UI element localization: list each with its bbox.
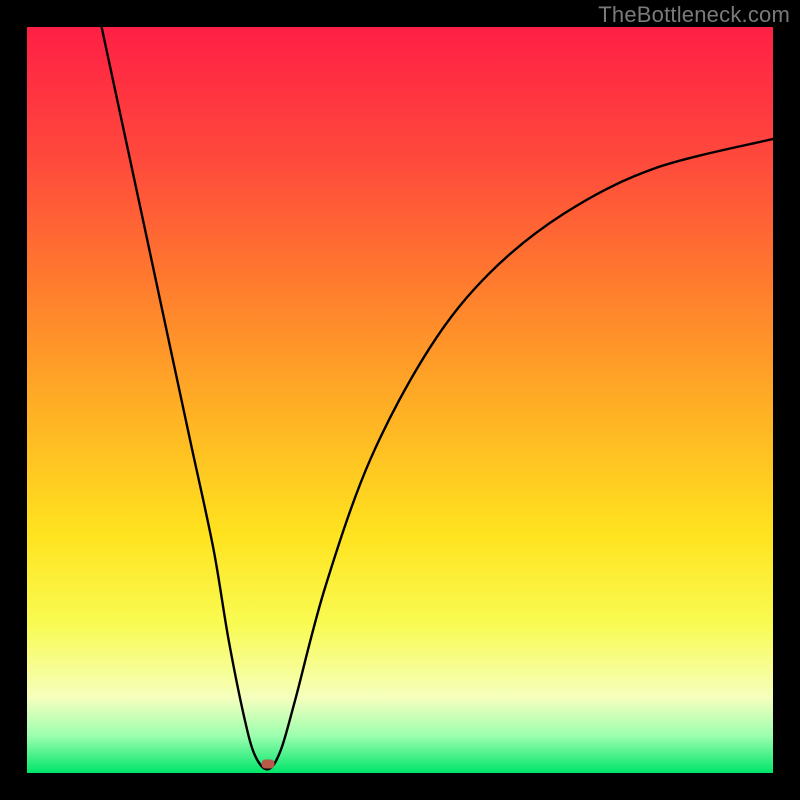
watermark-text: TheBottleneck.com bbox=[598, 2, 790, 28]
curve-path bbox=[102, 27, 773, 769]
chart-frame: TheBottleneck.com bbox=[0, 0, 800, 800]
plot-area bbox=[27, 27, 773, 773]
bottleneck-curve bbox=[27, 27, 773, 773]
optimal-point-marker bbox=[261, 760, 274, 769]
